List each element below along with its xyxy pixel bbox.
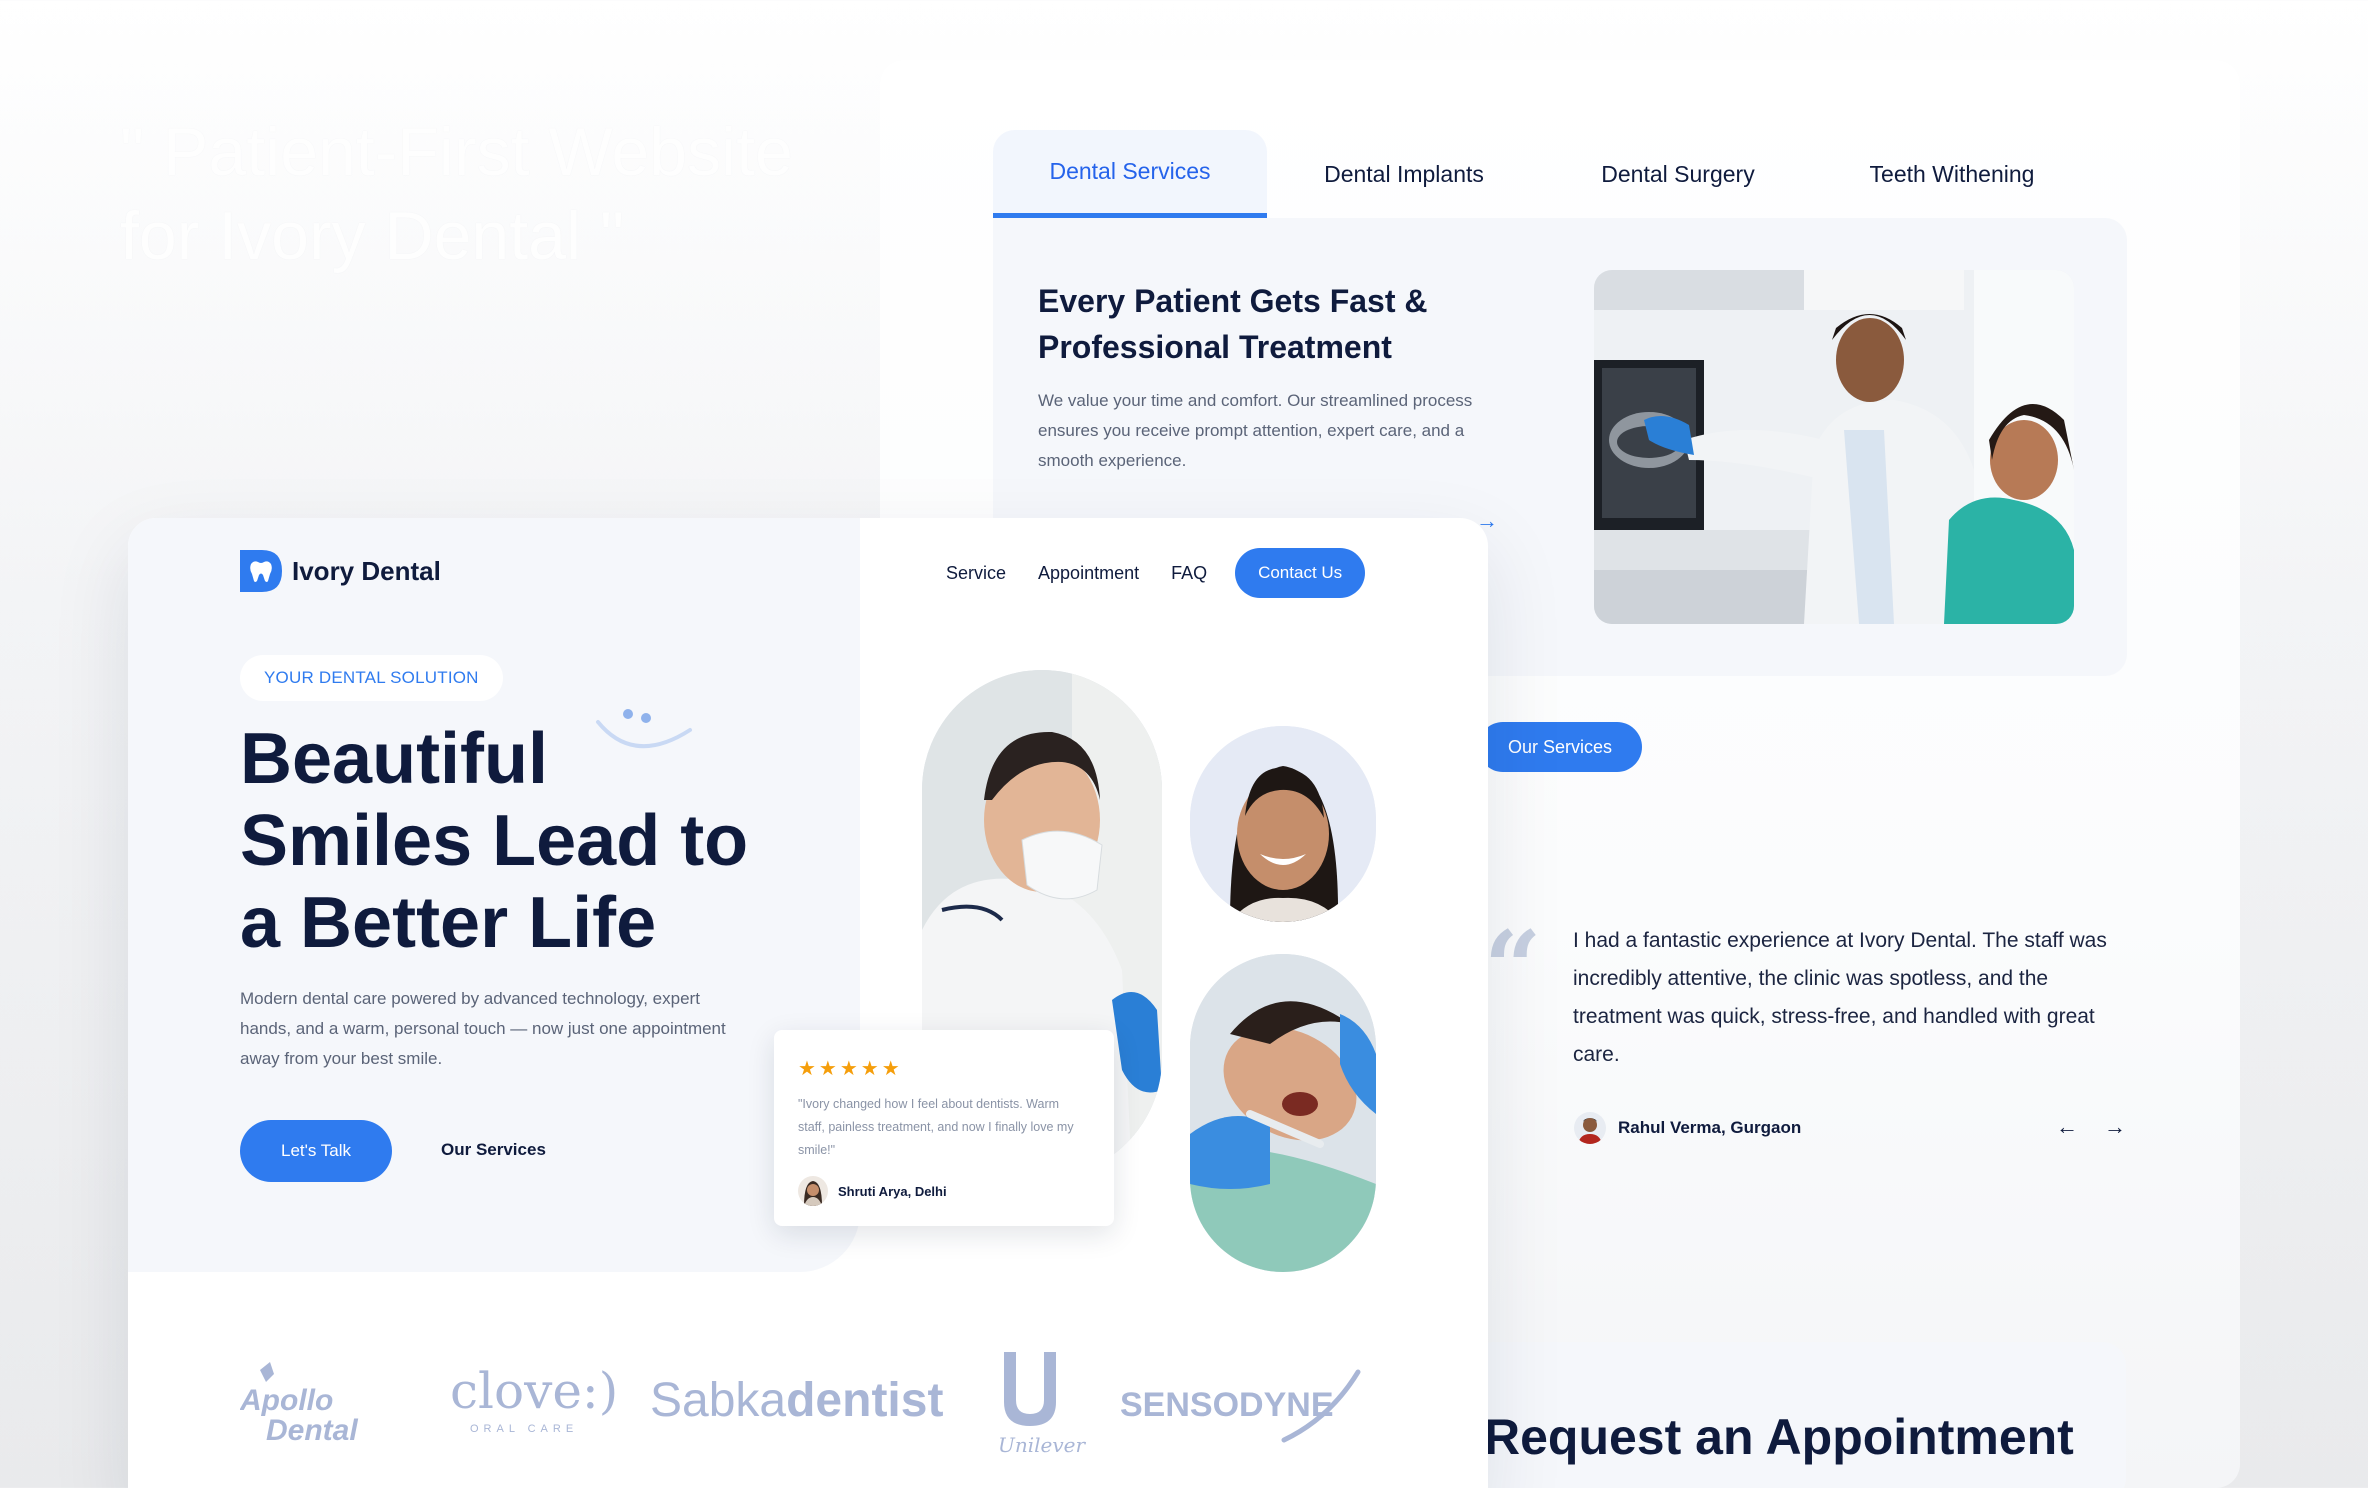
clove-oral-care-logo: clove:) ORAL CARE <box>450 1362 618 1435</box>
hero-title: Beautiful Smiles Lead to a Better Life <box>240 719 749 963</box>
unilever-logo-text: Unilever <box>998 1433 1087 1457</box>
apollo-dental-logo-text-1: Apollo <box>240 1384 333 1417</box>
lets-talk-button[interactable]: Let's Talk <box>240 1120 392 1182</box>
clove-oral-care-logo-text-2: ORAL CARE <box>470 1423 578 1435</box>
nav-appointment[interactable]: Appointment <box>1038 563 1139 584</box>
sensodyne-logo: SENSODYNE <box>1120 1369 1361 1443</box>
service-card-text: We value your time and comfort. Our stre… <box>1038 391 1473 470</box>
arrow-right-icon[interactable]: → <box>2104 1114 2126 1140</box>
unilever-logo: Unilever <box>998 1352 1087 1457</box>
service-card-title: Every Patient Gets Fast & Professional T… <box>1038 283 1428 365</box>
review-card: ★★★★★ "Ivory changed how I feel about de… <box>774 1030 1114 1226</box>
rating-stars: ★★★★★ <box>798 1058 903 1080</box>
avatar <box>1574 1112 1606 1144</box>
sabka-dentist-logo-text-1: Sabka <box>650 1374 786 1427</box>
nav-faq[interactable]: FAQ <box>1171 563 1207 584</box>
review-text: "Ivory changed how I feel about dentists… <box>798 1097 1074 1157</box>
testimonial-navigation: ← → <box>2056 1114 2126 1140</box>
sabka-dentist-logo: Sabkadentist <box>650 1374 943 1427</box>
quote-icon: “ <box>1484 909 1542 1027</box>
tab-dental-services[interactable]: Dental Services <box>993 130 1267 218</box>
tooth-logo-icon <box>240 550 282 592</box>
apollo-dental-logo: Apollo Dental <box>240 1362 358 1447</box>
service-tabs: Dental Services Dental Implants Dental S… <box>993 130 2089 218</box>
main-nav: Service Appointment FAQ Contact Us <box>946 548 1366 598</box>
sabka-dentist-logo-text-2: dentist <box>786 1374 943 1427</box>
tab-teeth-whitening[interactable]: Teeth Withening <box>1815 130 2089 218</box>
our-services-button[interactable]: Our Services <box>1478 722 1642 772</box>
brand-logo[interactable]: Ivory Dental <box>240 550 441 592</box>
nav-service[interactable]: Service <box>946 563 1006 584</box>
background-headline: " Patient-First Website for Ivory Dental… <box>120 114 793 274</box>
hero-description: Modern dental care powered by advanced t… <box>240 989 726 1068</box>
testimonial-text: I had a fantastic experience at Ivory De… <box>1573 929 2107 1066</box>
partner-logos: Apollo Dental clove:) ORAL CARE Sabkaden… <box>240 1348 1390 1458</box>
sensodyne-logo-text: SENSODYNE <box>1120 1386 1334 1424</box>
appointment-title: Request an Appointment <box>1484 1409 2074 1465</box>
dentist-xray-photo <box>1594 270 2074 624</box>
smiling-woman-photo <box>1190 726 1376 922</box>
our-services-link[interactable]: Our Services <box>441 1140 546 1160</box>
hero-badge: YOUR DENTAL SOLUTION <box>240 655 503 701</box>
tab-dental-surgery[interactable]: Dental Surgery <box>1541 130 1815 218</box>
apollo-dental-logo-text-2: Dental <box>266 1414 358 1447</box>
review-author: Shruti Arya, Delhi <box>798 1176 1090 1206</box>
avatar <box>798 1176 828 1206</box>
arrow-left-icon[interactable]: ← <box>2056 1114 2078 1140</box>
clove-oral-care-logo-text-1: clove:) <box>450 1362 618 1420</box>
review-author-name: Shruti Arya, Delhi <box>838 1183 947 1199</box>
contact-us-button[interactable]: Contact Us <box>1235 548 1366 598</box>
testimonial-author: Rahul Verma, Gurgaon <box>1574 1112 1801 1144</box>
dental-treatment-photo <box>1190 954 1376 1272</box>
tab-dental-implants[interactable]: Dental Implants <box>1267 130 1541 218</box>
landing-page: Ivory Dental Service Appointment FAQ Con… <box>128 518 1488 1488</box>
svg-text:Sabkadentist: Sabkadentist <box>650 1374 943 1427</box>
testimonial-author-name: Rahul Verma, Gurgaon <box>1618 1118 1802 1137</box>
brand-name: Ivory Dental <box>292 555 441 586</box>
